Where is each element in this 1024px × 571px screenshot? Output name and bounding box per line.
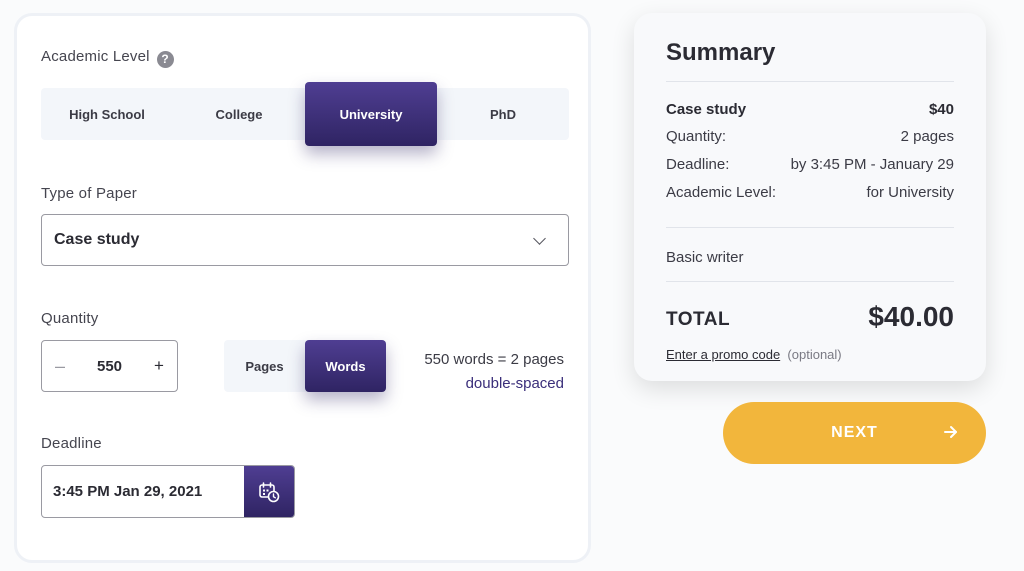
calendar-button[interactable] bbox=[244, 466, 294, 517]
quantity-label: Quantity bbox=[41, 310, 99, 327]
writer-level-text: Basic writer bbox=[666, 249, 744, 266]
summary-divider bbox=[666, 227, 954, 228]
type-of-paper-label: Type of Paper bbox=[41, 185, 137, 202]
summary-title: Summary bbox=[666, 39, 776, 66]
academic-level-label-text: Academic Level bbox=[41, 48, 150, 65]
deadline-label: Deadline bbox=[41, 435, 102, 452]
summary-row-value: by 3:45 PM - January 29 bbox=[790, 156, 954, 173]
total-value: $40.00 bbox=[868, 301, 954, 332]
summary-row-value: $40 bbox=[928, 101, 954, 118]
summary-divider bbox=[666, 81, 954, 82]
summary-row-quantity: Quantity: 2 pages bbox=[666, 128, 954, 145]
type-of-paper-select[interactable]: Case study bbox=[41, 214, 569, 266]
order-form-card: Academic Level? High School College Univ… bbox=[14, 13, 591, 563]
spacing-text: double-spaced bbox=[465, 375, 564, 392]
summary-divider bbox=[666, 281, 954, 282]
summary-row-deadline: Deadline: by 3:45 PM - January 29 bbox=[666, 156, 954, 173]
increment-button[interactable]: + bbox=[141, 356, 177, 376]
level-option-college[interactable]: College bbox=[173, 88, 305, 140]
level-option-high-school[interactable]: High School bbox=[41, 88, 173, 140]
conversion-text: 550 words = 2 pages bbox=[424, 351, 564, 368]
promo-optional-note: (optional) bbox=[787, 347, 842, 362]
academic-level-selector: High School College University PhD bbox=[41, 82, 569, 146]
quantity-input[interactable]: 550 bbox=[78, 358, 141, 375]
help-icon[interactable]: ? bbox=[156, 50, 174, 68]
next-button-label: NEXT bbox=[831, 424, 878, 441]
summary-row-label: Academic Level: bbox=[666, 184, 777, 201]
summary-row-paper: Case study $40 bbox=[666, 101, 954, 118]
arrow-right-icon bbox=[944, 426, 957, 438]
deadline-field[interactable]: 3:45 PM Jan 29, 2021 bbox=[41, 465, 295, 518]
summary-row-value: 2 pages bbox=[900, 128, 954, 145]
level-option-university[interactable]: University bbox=[305, 82, 437, 146]
summary-row-label: Deadline: bbox=[666, 156, 730, 173]
total-label: TOTAL bbox=[666, 309, 731, 330]
quantity-unit-selector: Pages Words bbox=[224, 340, 386, 392]
summary-row-level: Academic Level: for University bbox=[666, 184, 954, 201]
promo-code-row: Enter a promo code (optional) bbox=[666, 347, 842, 362]
summary-row-label: Case study bbox=[666, 101, 747, 118]
type-of-paper-value: Case study bbox=[54, 231, 140, 248]
quantity-stepper: – 550 + bbox=[41, 340, 178, 392]
summary-row-value: for University bbox=[866, 184, 954, 201]
summary-card: Summary Case study $40 Quantity: 2 pages… bbox=[634, 13, 986, 381]
next-button[interactable]: NEXT bbox=[723, 402, 986, 464]
deadline-value[interactable]: 3:45 PM Jan 29, 2021 bbox=[42, 466, 244, 517]
summary-row-label: Quantity: bbox=[666, 128, 727, 145]
level-option-phd[interactable]: PhD bbox=[437, 88, 569, 140]
calendar-clock-icon bbox=[259, 481, 280, 502]
summary-writer: Basic writer bbox=[666, 249, 954, 266]
academic-level-label: Academic Level? bbox=[41, 48, 174, 68]
chevron-down-icon bbox=[533, 232, 546, 245]
unit-option-pages[interactable]: Pages bbox=[224, 340, 305, 392]
quantity-conversion: 550 words = 2 pages double-spaced bbox=[424, 348, 564, 396]
promo-code-link[interactable]: Enter a promo code bbox=[666, 347, 780, 362]
decrement-button[interactable]: – bbox=[42, 356, 78, 377]
unit-option-words[interactable]: Words bbox=[305, 340, 386, 392]
